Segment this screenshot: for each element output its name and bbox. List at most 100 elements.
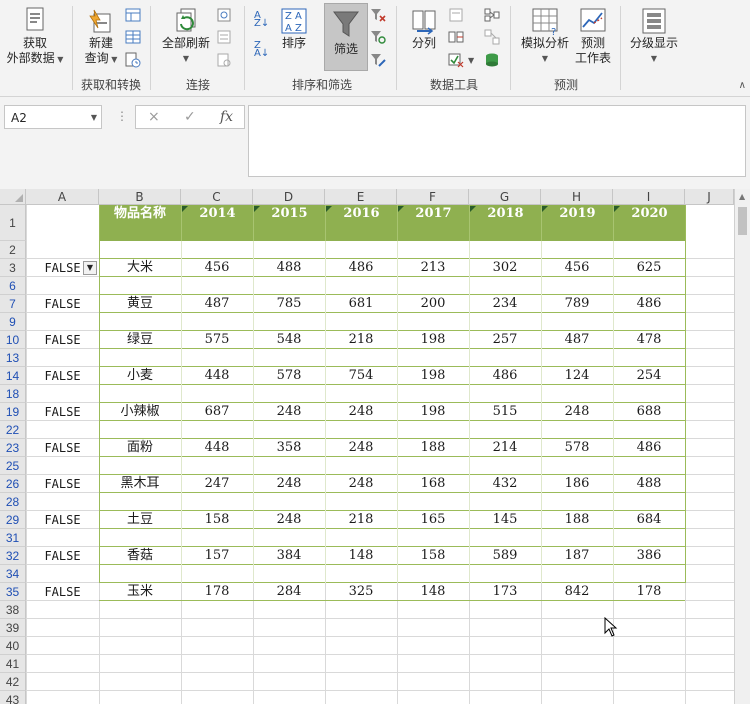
header-item-name[interactable]: 物品名称	[99, 205, 181, 241]
value-cell[interactable]: 575	[181, 331, 253, 349]
value-cell[interactable]: 200	[397, 295, 469, 313]
item-name-cell[interactable]: 面粉	[99, 439, 181, 457]
filter-flag-cell[interactable]: FALSE	[26, 367, 99, 385]
item-name-cell[interactable]: 小辣椒	[99, 403, 181, 421]
value-cell[interactable]: 448	[181, 439, 253, 457]
scroll-up-icon[interactable]: ▲	[739, 192, 745, 201]
value-cell[interactable]: 487	[181, 295, 253, 313]
column-header-j[interactable]: J	[685, 189, 734, 205]
chevron-down-icon[interactable]: ▼	[91, 106, 97, 130]
value-cell[interactable]: 785	[253, 295, 325, 313]
filter-flag-cell[interactable]: FALSE	[26, 331, 99, 349]
show-queries-icon[interactable]	[125, 7, 141, 23]
data-validation-icon[interactable]	[448, 52, 464, 68]
consolidate-icon[interactable]	[484, 7, 500, 23]
value-cell[interactable]: 432	[469, 475, 541, 493]
row-header[interactable]: 9	[0, 313, 26, 331]
row-header[interactable]: 14	[0, 367, 26, 385]
row-header[interactable]: 3	[0, 259, 26, 277]
value-cell[interactable]: 488	[253, 259, 325, 277]
value-cell[interactable]: 486	[613, 295, 685, 313]
value-cell[interactable]: 842	[541, 583, 613, 601]
value-cell[interactable]: 248	[325, 439, 397, 457]
item-name-cell[interactable]: 黄豆	[99, 295, 181, 313]
value-cell[interactable]: 188	[397, 439, 469, 457]
from-table-icon[interactable]	[125, 29, 141, 45]
row-header[interactable]: 42	[0, 673, 26, 691]
value-cell[interactable]: 456	[541, 259, 613, 277]
scroll-thumb[interactable]	[738, 207, 747, 235]
value-cell[interactable]: 158	[397, 547, 469, 565]
properties-icon[interactable]	[216, 29, 232, 45]
flash-fill-icon[interactable]	[448, 7, 464, 23]
row-header[interactable]: 39	[0, 619, 26, 637]
row-header[interactable]: 2	[0, 241, 26, 259]
value-cell[interactable]: 187	[541, 547, 613, 565]
value-cell[interactable]: 214	[469, 439, 541, 457]
row-header[interactable]: 34	[0, 565, 26, 583]
row-header[interactable]: 40	[0, 637, 26, 655]
header-year-2018[interactable]: 2018	[469, 205, 541, 241]
row-header[interactable]: 13	[0, 349, 26, 367]
value-cell[interactable]: 178	[613, 583, 685, 601]
value-cell[interactable]: 188	[541, 511, 613, 529]
value-cell[interactable]: 248	[325, 475, 397, 493]
sort-asc-icon[interactable]: A Z↓	[254, 11, 270, 29]
column-header-e[interactable]: E	[325, 189, 397, 205]
outline-button[interactable]: 分级显示 ▼	[626, 6, 682, 66]
row-header[interactable]: 41	[0, 655, 26, 673]
get-external-data-button[interactable]: 获取 外部数据 ▼	[4, 6, 66, 67]
forecast-sheet-button[interactable]: 预测 工作表	[572, 6, 614, 66]
value-cell[interactable]: 578	[541, 439, 613, 457]
value-cell[interactable]: 213	[397, 259, 469, 277]
row-header[interactable]: 32	[0, 547, 26, 565]
drag-handle-icon[interactable]: ⋮	[116, 109, 128, 123]
row-header[interactable]: 23	[0, 439, 26, 457]
item-name-cell[interactable]: 香菇	[99, 547, 181, 565]
value-cell[interactable]: 284	[253, 583, 325, 601]
value-cell[interactable]: 754	[325, 367, 397, 385]
value-cell[interactable]: 248	[253, 475, 325, 493]
value-cell[interactable]: 148	[397, 583, 469, 601]
select-all-button[interactable]	[0, 189, 26, 205]
column-header-a[interactable]: A	[26, 189, 99, 205]
new-query-button[interactable]: 新建 查询 ▼	[78, 6, 124, 67]
collapse-ribbon-icon[interactable]: ∧	[739, 80, 746, 91]
filter-flag-cell[interactable]: FALSE	[26, 403, 99, 421]
value-cell[interactable]: 681	[325, 295, 397, 313]
column-header-c[interactable]: C	[181, 189, 253, 205]
row-header[interactable]: 43	[0, 691, 26, 704]
value-cell[interactable]: 688	[613, 403, 685, 421]
value-cell[interactable]: 486	[613, 439, 685, 457]
filter-flag-cell[interactable]: FALSE	[26, 583, 99, 601]
value-cell[interactable]: 234	[469, 295, 541, 313]
row-header[interactable]: 38	[0, 601, 26, 619]
value-cell[interactable]: 145	[469, 511, 541, 529]
value-cell[interactable]: 168	[397, 475, 469, 493]
filter-flag-cell[interactable]: FALSE	[26, 295, 99, 313]
value-cell[interactable]: 257	[469, 331, 541, 349]
value-cell[interactable]: 486	[469, 367, 541, 385]
value-cell[interactable]: 478	[613, 331, 685, 349]
value-cell[interactable]: 248	[253, 403, 325, 421]
value-cell[interactable]: 218	[325, 331, 397, 349]
header-year-2020[interactable]: 2020	[613, 205, 685, 241]
item-name-cell[interactable]: 绿豆	[99, 331, 181, 349]
header-year-2019[interactable]: 2019	[541, 205, 613, 241]
row-header[interactable]: 1	[0, 205, 26, 241]
value-cell[interactable]: 157	[181, 547, 253, 565]
row-header[interactable]: 10	[0, 331, 26, 349]
row-header[interactable]: 19	[0, 403, 26, 421]
value-cell[interactable]: 302	[469, 259, 541, 277]
value-cell[interactable]: 325	[325, 583, 397, 601]
value-cell[interactable]: 248	[541, 403, 613, 421]
value-cell[interactable]: 198	[397, 403, 469, 421]
row-header[interactable]: 22	[0, 421, 26, 439]
data-model-icon[interactable]	[484, 52, 500, 68]
value-cell[interactable]: 218	[325, 511, 397, 529]
value-cell[interactable]: 254	[613, 367, 685, 385]
value-cell[interactable]: 247	[181, 475, 253, 493]
name-box[interactable]: A2 ▼	[4, 105, 102, 129]
connections-icon[interactable]	[216, 7, 232, 23]
remove-duplicates-icon[interactable]	[448, 29, 464, 45]
